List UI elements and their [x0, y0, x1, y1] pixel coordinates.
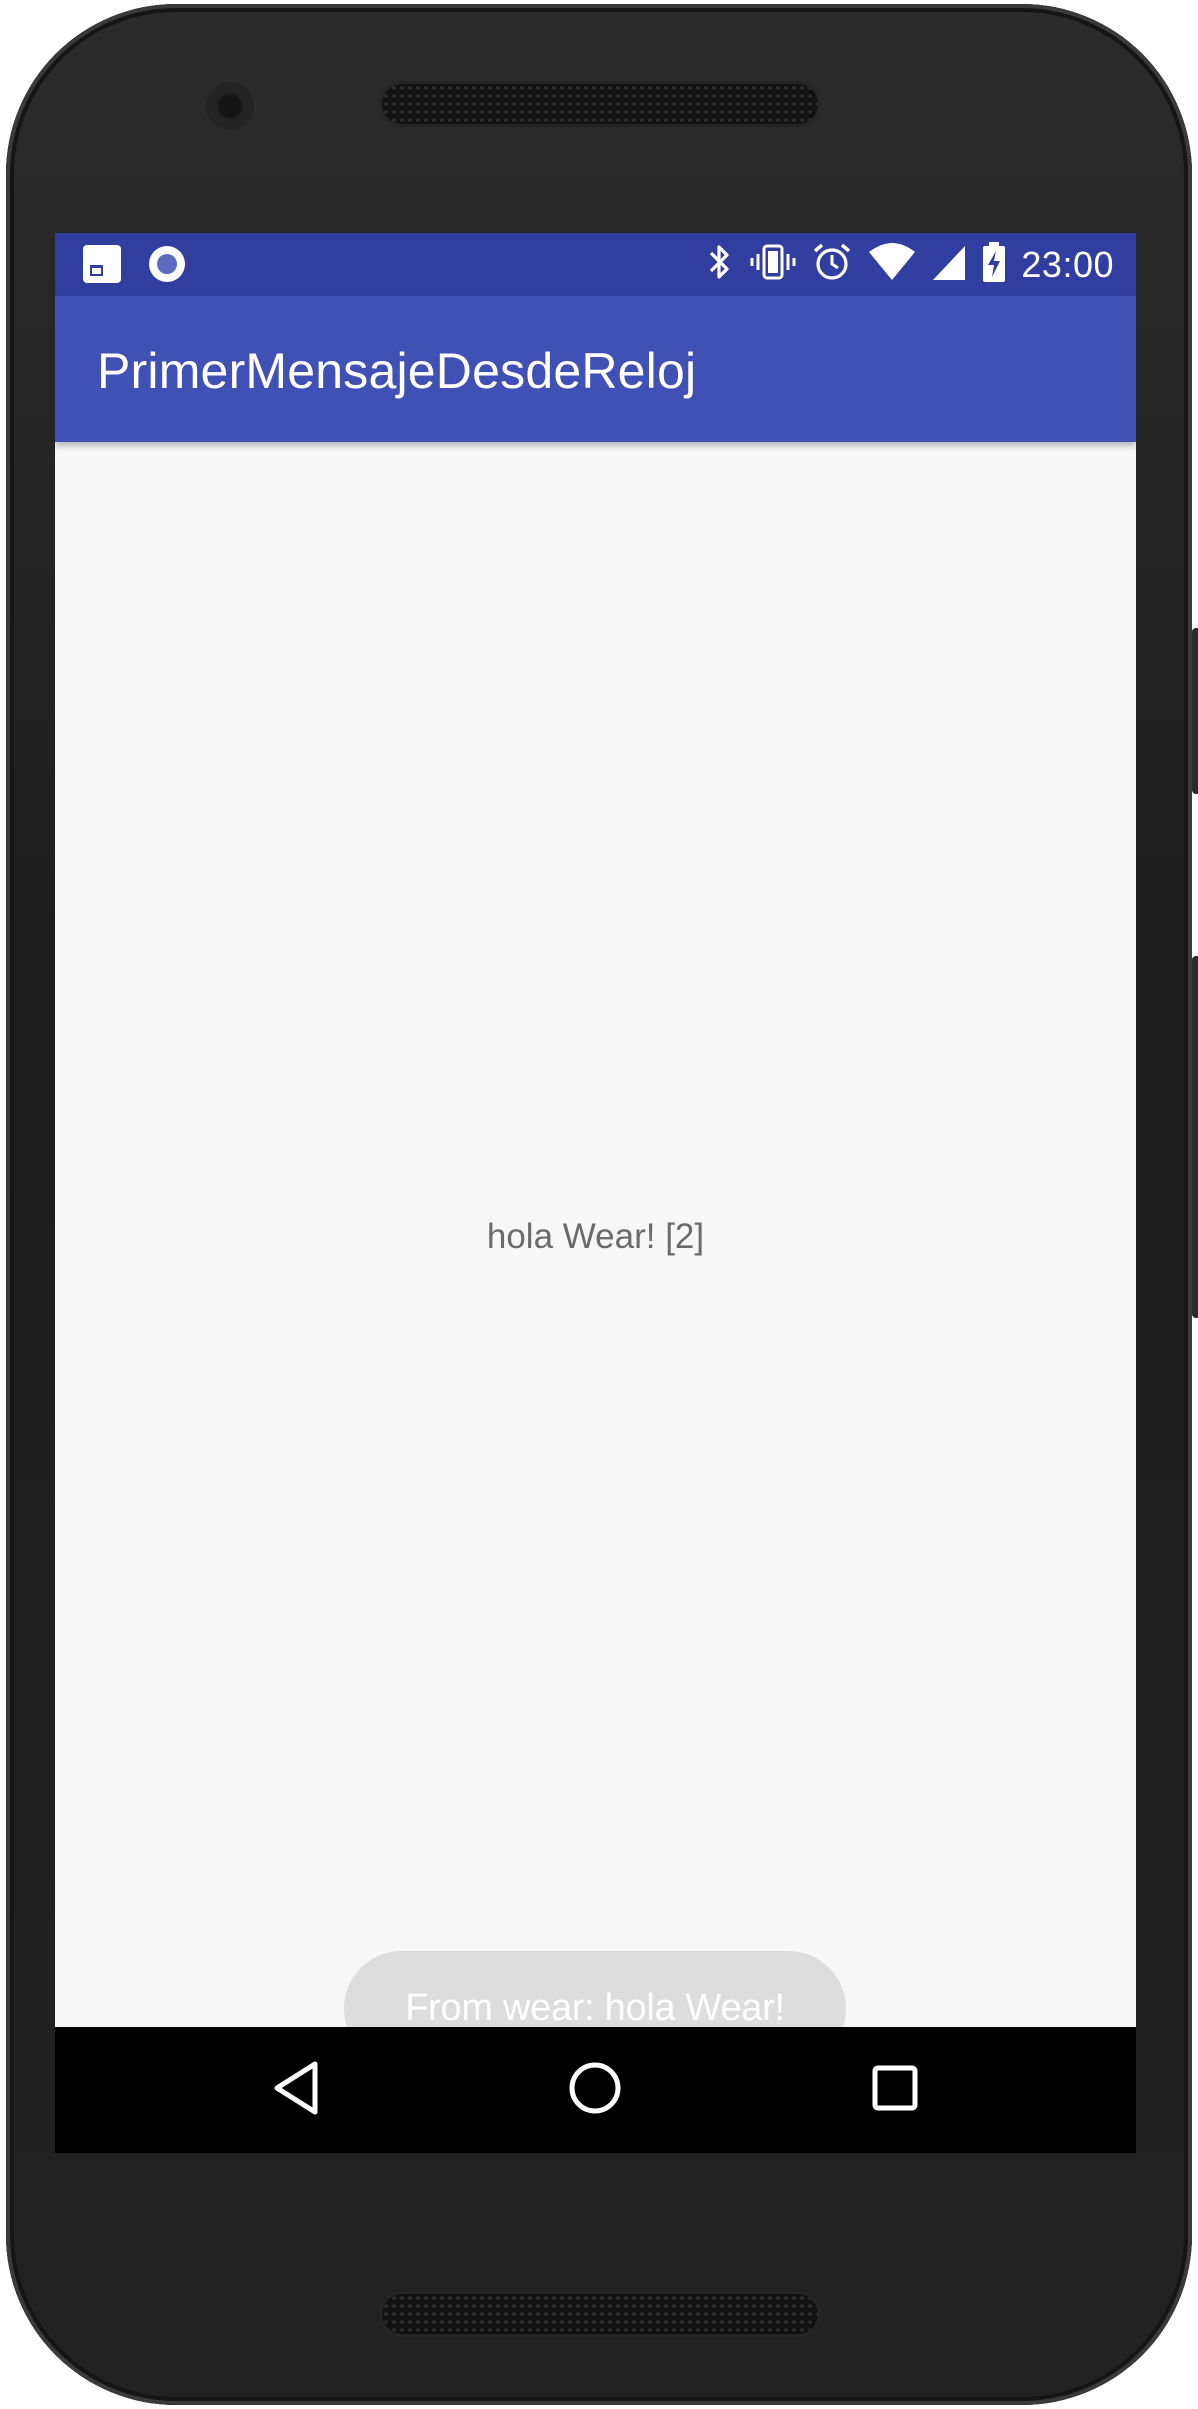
app-bar: PrimerMensajeDesdeReloj: [55, 296, 1136, 442]
sim-card-icon: [81, 243, 123, 290]
back-icon: [271, 2060, 323, 2121]
record-icon: [147, 244, 187, 289]
power-button[interactable]: [1192, 628, 1198, 794]
app-title: PrimerMensajeDesdeReloj: [97, 343, 697, 399]
vibrate-icon: [749, 242, 797, 287]
cell-signal-icon: [931, 242, 967, 287]
home-icon: [567, 2060, 623, 2121]
bottom-speaker-grille: [382, 2294, 818, 2334]
recents-icon: [871, 2064, 919, 2117]
volume-rocker[interactable]: [1192, 956, 1198, 1318]
home-button[interactable]: [563, 2058, 627, 2122]
device-screen: 23:00 PrimerMensajeDesdeReloj hola Wear!…: [55, 233, 1136, 2153]
toast-text: From wear: hola Wear!: [405, 1987, 785, 2029]
alarm-icon: [811, 241, 853, 288]
status-right-icons: 23:00: [705, 233, 1114, 296]
wifi-icon: [867, 242, 917, 287]
message-text: hola Wear! [2]: [486, 1217, 705, 1256]
top-speaker-grille: [382, 84, 818, 124]
status-bar: 23:00: [55, 233, 1136, 296]
battery-charging-icon: [981, 241, 1007, 288]
main-content: hola Wear! [2] From wear: hola Wear!: [55, 442, 1136, 2066]
front-camera: [206, 82, 254, 130]
status-left-icons: [81, 243, 187, 290]
status-time: 23:00: [1021, 243, 1114, 285]
navigation-bar: [55, 2027, 1136, 2153]
recents-button[interactable]: [863, 2058, 927, 2122]
back-button[interactable]: [265, 2058, 329, 2122]
bluetooth-icon: [705, 242, 735, 287]
